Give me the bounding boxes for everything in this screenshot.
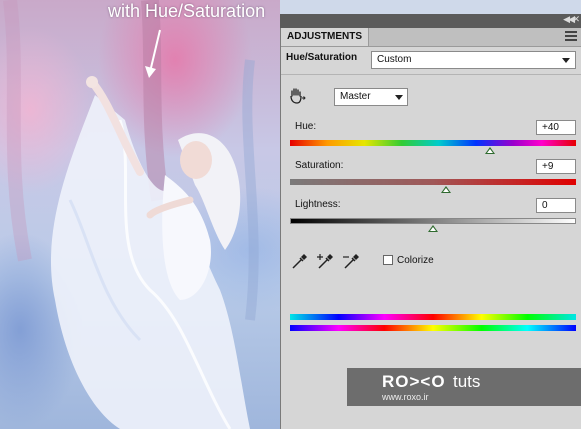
hue-label: Hue: xyxy=(295,121,317,132)
chevron-down-icon xyxy=(395,95,403,100)
lightness-value-input[interactable]: 0 xyxy=(536,198,576,213)
eyedropper-plus-icon[interactable] xyxy=(316,253,334,271)
watermark-url: www.roxo.ir xyxy=(382,392,429,402)
watermark-logo: RO><O xyxy=(382,372,446,391)
preset-value: Custom xyxy=(377,54,412,65)
lightness-label: Lightness: xyxy=(295,199,341,210)
divider xyxy=(281,74,581,75)
saturation-value-input[interactable]: +9 xyxy=(536,159,576,174)
source-color-ramp xyxy=(290,314,576,320)
annotation-caption: with Hue/Saturation xyxy=(108,1,266,21)
hue-value-input[interactable]: +40 xyxy=(536,120,576,135)
panel-menu-icon[interactable] xyxy=(565,31,577,41)
saturation-slider-track[interactable] xyxy=(290,179,576,185)
saturation-slider-thumb[interactable] xyxy=(440,186,451,193)
adjustment-title: Hue/Saturation xyxy=(286,52,358,63)
lightness-slider-thumb[interactable] xyxy=(428,225,438,232)
eyedropper-icon[interactable] xyxy=(290,253,308,271)
watermark-suffix: tuts xyxy=(453,372,481,391)
colorize-checkbox[interactable] xyxy=(383,255,393,265)
hand-tool-icon[interactable] xyxy=(288,87,306,105)
adjusted-color-ramp xyxy=(290,325,576,331)
panel-tab-bar: ADJUSTMENTS xyxy=(281,28,581,47)
chevron-down-icon xyxy=(562,58,570,63)
colorize-label: Colorize xyxy=(397,255,434,266)
tab-adjustments[interactable]: ADJUSTMENTS xyxy=(281,28,370,46)
eyedropper-minus-icon[interactable] xyxy=(342,253,360,271)
watermark: RO><O tuts www.roxo.ir xyxy=(347,368,581,406)
channel-dropdown[interactable]: Master xyxy=(334,88,408,106)
hue-slider-thumb[interactable] xyxy=(485,147,496,154)
lightness-slider-track[interactable] xyxy=(290,218,576,224)
channel-value: Master xyxy=(340,91,371,102)
dancer-illustration xyxy=(3,0,259,429)
preset-dropdown[interactable]: Custom xyxy=(371,51,576,69)
photo-preview: with Hue/Saturation xyxy=(0,0,280,429)
panel-title-bar[interactable] xyxy=(280,14,581,28)
close-icon[interactable]: ✕ xyxy=(572,15,580,25)
hue-slider-track[interactable] xyxy=(290,140,576,146)
saturation-label: Saturation: xyxy=(295,160,344,171)
